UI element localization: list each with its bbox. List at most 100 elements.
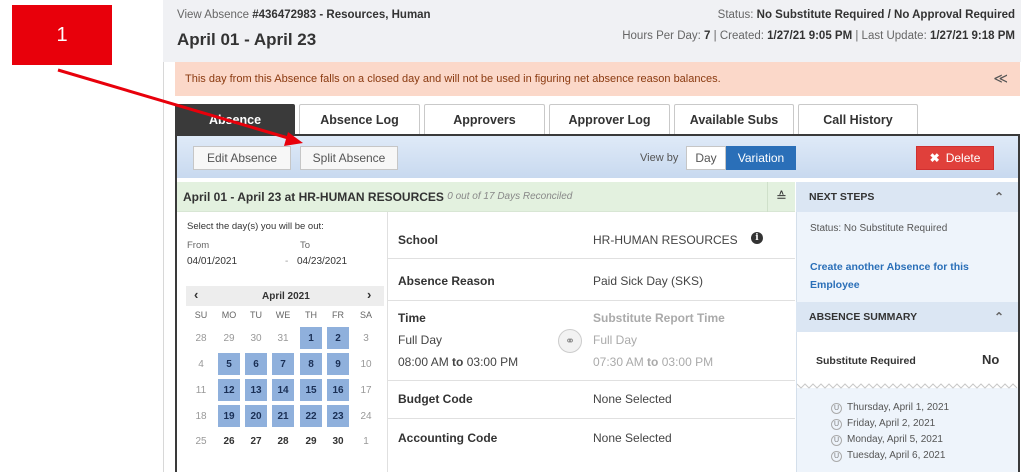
from-label: From xyxy=(187,240,210,251)
calendar-day[interactable]: 12 xyxy=(218,379,240,401)
meta-line: Hours Per Day: 7 | Created: 1/27/21 9:05… xyxy=(622,30,1015,42)
from-date-input[interactable]: 04/01/2021 xyxy=(187,256,237,267)
view-day-button[interactable]: Day xyxy=(686,146,726,170)
calendar-day[interactable]: 19 xyxy=(218,405,240,427)
calendar-month: April 2021 xyxy=(262,291,310,302)
chevron-double-down-icon[interactable]: ≪ xyxy=(993,70,1008,87)
calendar-day[interactable]: 29 xyxy=(300,430,322,452)
weekday-header: TU xyxy=(250,310,262,320)
calendar-day[interactable]: 29 xyxy=(218,327,240,349)
time-end: 03:00 PM xyxy=(466,355,519,369)
chevron-right-icon[interactable]: › xyxy=(367,287,371,302)
substitute-report-time-label: Substitute Report Time xyxy=(593,311,725,325)
link-icon[interactable]: ⚭ xyxy=(558,329,582,353)
calendar-day[interactable]: 25 xyxy=(190,430,212,452)
reconciled-count: 0 out of 17 Days Reconciled xyxy=(447,191,573,202)
chevron-up-icon[interactable]: ⌃ xyxy=(994,310,1004,324)
calendar-day[interactable]: 4 xyxy=(190,353,212,375)
tab-bar: Absence Absence Log Approvers Approver L… xyxy=(175,104,922,134)
to-word: to xyxy=(452,355,464,369)
weekday-header: SA xyxy=(359,310,372,320)
calendar-day[interactable]: 27 xyxy=(245,430,267,452)
status-label: Status: xyxy=(717,9,757,21)
chevron-left-icon[interactable]: ‹ xyxy=(194,287,198,302)
calendar-day[interactable]: 9 xyxy=(327,353,349,375)
calendar-day[interactable]: 21 xyxy=(272,405,294,427)
school-value: HR-HUMAN RESOURCES xyxy=(593,233,738,247)
sub-time-start: 07:30 AM xyxy=(593,355,644,369)
absence-id-line: View Absence #436472983 - Resources, Hum… xyxy=(177,9,431,21)
created-label: | Created: xyxy=(710,30,768,42)
divider xyxy=(388,300,795,301)
section-title: April 01 - April 23 at HR-HUMAN RESOURCE… xyxy=(183,189,444,204)
view-variation-button[interactable]: Variation xyxy=(726,146,796,170)
warning-text: This day from this Absence falls on a cl… xyxy=(185,73,721,85)
calendar-day[interactable]: 1 xyxy=(300,327,322,349)
create-another-absence-link[interactable]: Create another Absence for this Employee xyxy=(810,258,1005,294)
accounting-code-label: Accounting Code xyxy=(398,431,498,445)
hours-label: Hours Per Day: xyxy=(622,30,705,42)
tab-absence-log[interactable]: Absence Log xyxy=(299,104,420,134)
absence-summary-title: ABSENCE SUMMARY xyxy=(809,311,918,323)
calendar-day[interactable]: 20 xyxy=(245,405,267,427)
info-icon[interactable]: i xyxy=(751,232,763,244)
substitute-full-day: Full Day xyxy=(593,333,638,347)
calendar-day[interactable]: 1 xyxy=(355,430,377,452)
absence-section-header: April 01 - April 23 at HR-HUMAN RESOURCE… xyxy=(177,182,795,212)
updated-label: | Last Update: xyxy=(852,30,930,42)
calendar-day[interactable]: 15 xyxy=(300,379,322,401)
weekday-header: FR xyxy=(332,310,344,320)
close-icon: ✖ xyxy=(929,151,940,165)
calendar-day[interactable]: 24 xyxy=(355,405,377,427)
tab-absence[interactable]: Absence xyxy=(175,104,295,134)
calendar-day[interactable]: 17 xyxy=(355,379,377,401)
calendar-day[interactable]: 8 xyxy=(300,353,322,375)
calendar-day[interactable]: 28 xyxy=(190,327,212,349)
edit-absence-button[interactable]: Edit Absence xyxy=(193,146,291,170)
time-range: 08:00 AM to 03:00 PM xyxy=(398,355,518,369)
calendar-day[interactable]: 14 xyxy=(272,379,294,401)
calendar-day[interactable]: 2 xyxy=(327,327,349,349)
tab-approver-log[interactable]: Approver Log xyxy=(549,104,670,134)
created-value: 1/27/21 9:05 PM xyxy=(767,30,853,42)
calendar-day[interactable]: 10 xyxy=(355,353,377,375)
absence-id: #436472983 - Resources, Human xyxy=(252,9,431,21)
weekday-header: TH xyxy=(305,310,317,320)
calendar-day[interactable]: 23 xyxy=(327,405,349,427)
divider xyxy=(388,258,795,259)
tab-approvers[interactable]: Approvers xyxy=(424,104,545,134)
budget-code-value: None Selected xyxy=(593,392,672,406)
sub-time-end: 03:00 PM xyxy=(661,355,714,369)
calendar-day[interactable]: 28 xyxy=(272,430,294,452)
unfilled-badge-icon: U xyxy=(831,419,842,430)
calendar-day[interactable]: 13 xyxy=(245,379,267,401)
to-date-input[interactable]: 04/23/2021 xyxy=(297,256,347,267)
calendar-day[interactable]: 31 xyxy=(272,327,294,349)
unfilled-badge-icon: U xyxy=(831,451,842,462)
chevron-up-icon[interactable]: ⌃ xyxy=(994,190,1004,204)
calendar-day[interactable]: 18 xyxy=(190,405,212,427)
weekday-header: MO xyxy=(221,310,237,320)
tab-available-subs[interactable]: Available Subs xyxy=(674,104,794,134)
collapse-section-icon[interactable]: ≙ xyxy=(767,182,795,212)
calendar-day[interactable]: 16 xyxy=(327,379,349,401)
calendar-day[interactable]: 11 xyxy=(190,379,212,401)
substitute-time-range: 07:30 AM to 03:00 PM xyxy=(593,355,713,369)
calendar-day[interactable]: 22 xyxy=(300,405,322,427)
school-label: School xyxy=(398,233,439,247)
weekday-header: SU xyxy=(194,310,208,320)
date-select-prompt: Select the day(s) you will be out: xyxy=(187,221,324,232)
calendar-day[interactable]: 6 xyxy=(245,353,267,375)
delete-button[interactable]: ✖ Delete xyxy=(916,146,994,170)
tab-call-history[interactable]: Call History xyxy=(798,104,918,134)
calendar-day[interactable]: 26 xyxy=(218,430,240,452)
budget-code-label: Budget Code xyxy=(398,392,473,406)
split-absence-button[interactable]: Split Absence xyxy=(300,146,398,170)
calendar-day[interactable]: 5 xyxy=(218,353,240,375)
calendar-day[interactable]: 30 xyxy=(245,327,267,349)
substitute-required-value: No xyxy=(982,352,1000,367)
calendar-day[interactable]: 3 xyxy=(355,327,377,349)
to-word: to xyxy=(647,355,659,369)
calendar-day[interactable]: 30 xyxy=(327,430,349,452)
calendar-day[interactable]: 7 xyxy=(272,353,294,375)
